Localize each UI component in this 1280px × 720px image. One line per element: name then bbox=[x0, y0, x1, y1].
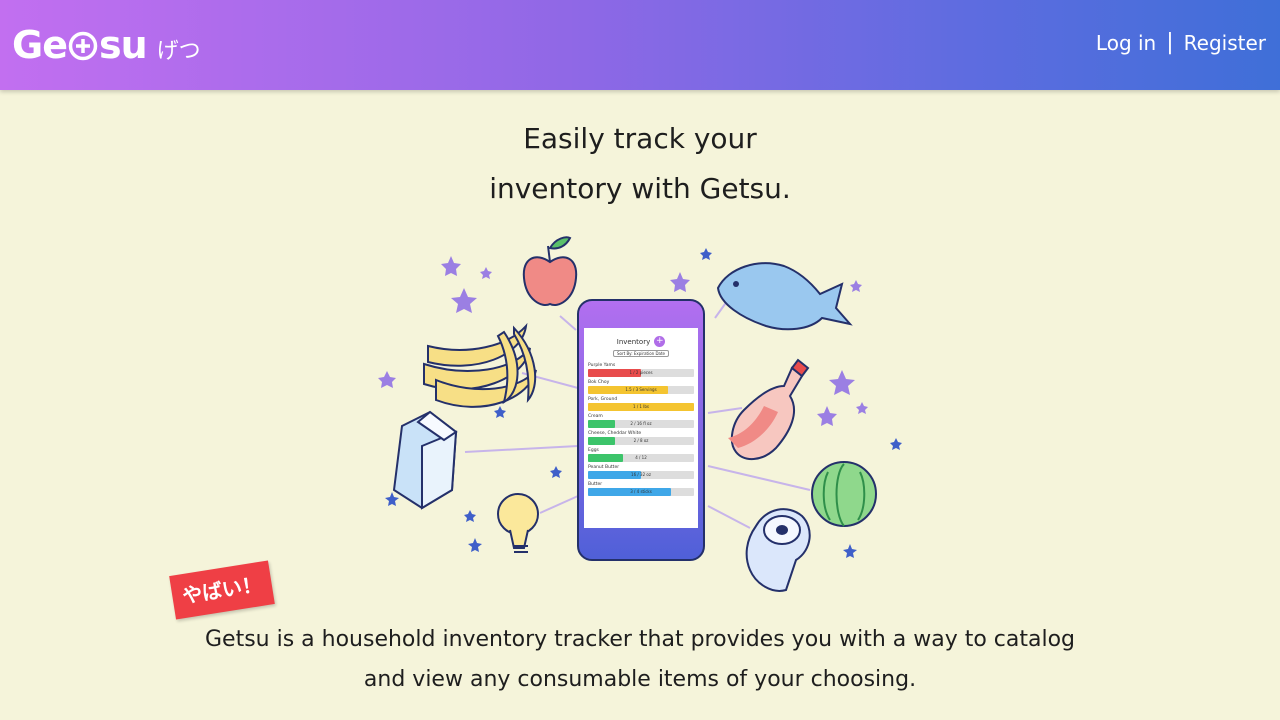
milk-carton-icon bbox=[392, 410, 458, 510]
brand-subtitle-jp: げつ bbox=[156, 39, 201, 64]
description-line-1: Getsu is a household inventory tracker t… bbox=[204, 627, 1076, 652]
login-link[interactable]: Log in bbox=[1096, 31, 1156, 55]
inventory-item: Bok Choy 1.5 / 3 Servings bbox=[588, 380, 694, 394]
brand-name-part1: Ge bbox=[12, 23, 68, 67]
inventory-progress-bar: 16 / 32 oz bbox=[588, 471, 694, 479]
plus-circle-icon bbox=[68, 31, 98, 61]
register-link[interactable]: Register bbox=[1184, 31, 1266, 55]
phone-title: Inventory bbox=[616, 337, 651, 346]
inventory-progress-bar: 2 / 8 oz bbox=[588, 437, 694, 445]
light-bulb-icon bbox=[497, 493, 539, 553]
inventory-progress-bar: 1.5 / 3 Servings bbox=[588, 386, 694, 394]
inventory-progress-bar: 4 / 12 bbox=[588, 454, 694, 462]
inventory-amount: 3 / 4 sticks bbox=[630, 489, 652, 494]
phone-screen: Inventory + Sort By: Expiration Date Pur… bbox=[584, 330, 698, 528]
inventory-item: Pork, Ground 1 / 1 lbs bbox=[588, 397, 694, 411]
inventory-progress-bar: 3 / 4 sticks bbox=[588, 488, 694, 496]
yabai-badge: やばい！ bbox=[169, 560, 275, 620]
inventory-item: Cheese, Cheddar White 2 / 8 oz bbox=[588, 431, 694, 445]
inventory-amount: 2 / 8 oz bbox=[633, 438, 649, 443]
description-line-2: and view any consumable items of your ch… bbox=[363, 667, 917, 692]
inventory-progress-bar: 1 / 1 lbs bbox=[588, 403, 694, 411]
toilet-paper-icon bbox=[745, 508, 811, 592]
fish-icon bbox=[716, 262, 853, 331]
nav-separator: | bbox=[1166, 30, 1174, 55]
hero-headline: Easily track your inventory with Getsu. bbox=[0, 114, 1280, 214]
inventory-item: Peanut Butter 16 / 32 oz bbox=[588, 465, 694, 479]
inventory-progress-bar: 1 / 2 pieces bbox=[588, 369, 694, 377]
inventory-item: Purple Yams 1 / 2 pieces bbox=[588, 363, 694, 377]
nav-links: Log in | Register bbox=[1096, 30, 1266, 55]
inventory-amount: 1 / 1 lbs bbox=[633, 404, 649, 409]
inventory-list: Purple Yams 1 / 2 pieces Bok Choy 1.5 / 3 S… bbox=[584, 363, 698, 496]
inventory-amount: 16 / 32 oz bbox=[631, 472, 651, 477]
inventory-amount: 2 / 16 fl oz bbox=[630, 421, 652, 426]
hero-line-2: inventory with Getsu. bbox=[489, 172, 791, 205]
sort-label: Sort By: Expiration Date bbox=[612, 350, 670, 357]
hot-sauce-bottle-icon bbox=[728, 358, 810, 460]
bananas-icon bbox=[423, 322, 537, 408]
top-navbar: Ge su げつ Log in | Register bbox=[0, 0, 1280, 90]
add-item-icon: + bbox=[654, 336, 666, 347]
inventory-amount: 1.5 / 3 Servings bbox=[625, 387, 657, 392]
inventory-item: Butter 3 / 4 sticks bbox=[588, 482, 694, 496]
brand-name-part2: su bbox=[98, 23, 148, 67]
inventory-progress-bar: 2 / 16 fl oz bbox=[588, 420, 694, 428]
hero-line-1: Easily track your bbox=[523, 122, 757, 155]
apple-icon bbox=[522, 236, 578, 306]
phone-header: Inventory + bbox=[584, 336, 698, 347]
brand-logo[interactable]: Ge su げつ bbox=[12, 22, 201, 68]
inventory-item: Cream 2 / 16 fl oz bbox=[588, 414, 694, 428]
sort-dropdown: Sort By: Expiration Date bbox=[584, 350, 698, 357]
inventory-amount: 1 / 2 pieces bbox=[629, 370, 653, 375]
inventory-item: Eggs 4 / 12 bbox=[588, 448, 694, 462]
description: Getsu is a household inventory tracker t… bbox=[0, 620, 1280, 700]
inventory-amount: 4 / 12 bbox=[635, 455, 647, 460]
brand-wordmark: Ge su bbox=[12, 22, 148, 68]
lettuce-icon bbox=[811, 461, 877, 527]
